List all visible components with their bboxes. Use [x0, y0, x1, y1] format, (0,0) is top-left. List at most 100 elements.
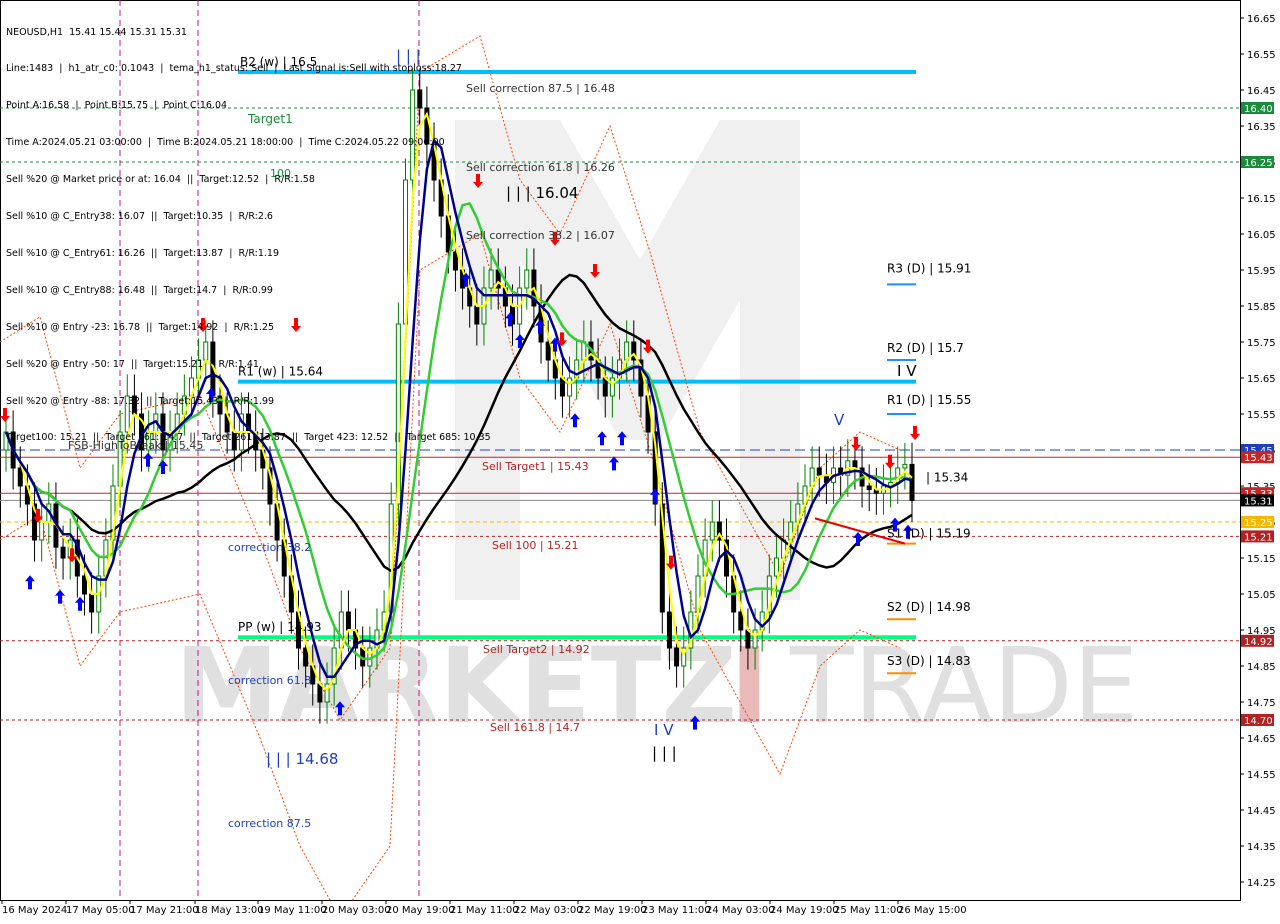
annotation-label: correction 61.8	[228, 674, 311, 687]
candle-body	[81, 575, 87, 595]
time-tick-label: 17 May 05:00	[66, 905, 135, 916]
price-badge-label: 15.25	[1244, 518, 1273, 529]
annotation-label: I V	[897, 362, 917, 380]
candle-body	[345, 611, 351, 631]
price-tick-label: 14.55	[1247, 770, 1276, 781]
candle-body	[417, 89, 423, 109]
candle-body	[131, 395, 137, 415]
candle-body	[410, 89, 416, 181]
chart-area[interactable]: MARKETZ I TRADE B2 (w) | 16.5 R1 (w) | 15.64…	[0, 0, 1280, 920]
candle-body	[738, 611, 744, 631]
annotation-label: Sell 161.8 | 14.7	[490, 721, 580, 734]
candle-body	[303, 647, 309, 667]
time-tick-label: 20 May 03:00	[322, 905, 391, 916]
annotation-label: Target1	[247, 112, 293, 126]
price-tick-label: 16.05	[1247, 230, 1276, 241]
time-tick-label: 22 May 19:00	[578, 905, 647, 916]
candle-body	[317, 683, 323, 703]
annotation-label: V	[834, 411, 845, 429]
annotation-label: | | | 14.68	[266, 750, 338, 768]
candle-body	[752, 629, 758, 649]
annotation-label: Sell Target1 | 15.43	[482, 460, 589, 473]
annotation-label: I V	[654, 721, 674, 739]
candle-body	[474, 305, 480, 325]
price-badge-label: 15.43	[1244, 453, 1273, 464]
time-tick-label: 24 May 03:00	[706, 905, 775, 916]
time-tick-label: 23 May 11:00	[642, 905, 711, 916]
level-label: R1 (D) | 15.55	[887, 393, 971, 407]
candle-body	[60, 546, 66, 559]
level-label: | 15.34	[926, 471, 968, 485]
price-tick-label: 15.85	[1247, 302, 1276, 313]
candle-body	[609, 377, 615, 397]
annotation-label: | | |	[396, 47, 421, 65]
time-tick-label: 20 May 19:00	[386, 905, 455, 916]
annotation-label: Sell correction 38.2 | 16.07	[466, 229, 615, 242]
time-tick-label: 24 May 19:00	[770, 905, 839, 916]
annotation-label: | | |	[652, 744, 677, 762]
annotation-label: correction 38.2	[228, 541, 311, 554]
level-label: S1 (D) | 15.19	[887, 527, 971, 541]
time-tick-label: 16 May 2024	[2, 905, 67, 916]
candle-body	[488, 269, 494, 289]
time-tick-label: 17 May 21:00	[130, 905, 199, 916]
time-tick-label: 21 May 11:00	[450, 905, 519, 916]
chart-svg: MARKETZI TRADEB2 (w) | 16.5R1 (w) | 15.64…	[0, 0, 1280, 920]
price-badge-label: 14.92	[1244, 637, 1273, 648]
candle-body	[124, 395, 130, 433]
price-tick-label: 15.05	[1247, 590, 1276, 601]
candle-body	[231, 431, 237, 451]
candle-body	[452, 251, 458, 271]
time-tick-label: 26 May 15:00	[898, 905, 967, 916]
level-label: PP (w) | 14.93	[238, 620, 322, 634]
price-tick-label: 14.85	[1247, 662, 1276, 673]
price-tick-label: 16.45	[1247, 86, 1276, 97]
annotation-label: FSB-HighToBreak | 15.45	[68, 439, 203, 452]
candle-body	[39, 521, 45, 541]
candle-body	[203, 341, 209, 361]
price-tick-label: 14.45	[1247, 806, 1276, 817]
annotation-label: Sell Target2 | 14.92	[483, 643, 590, 656]
candle-body	[559, 377, 565, 397]
candle-body	[816, 467, 822, 476]
price-tick-label: 15.95	[1247, 266, 1276, 277]
candle-body	[624, 341, 630, 361]
level-label: R1 (w) | 15.64	[238, 365, 323, 379]
candle-body	[524, 269, 530, 289]
annotation-label: Sell 100 | 15.21	[492, 539, 579, 552]
candle-body	[674, 647, 680, 667]
price-tick-label: 14.65	[1247, 734, 1276, 745]
price-tick-label: 16.15	[1247, 194, 1276, 205]
level-label: S2 (D) | 14.98	[887, 600, 971, 614]
level-label: B2 (w) | 16.5	[240, 55, 317, 69]
price-tick-label: 14.25	[1247, 878, 1276, 889]
candle-body	[902, 463, 908, 469]
price-tick-label: 14.75	[1247, 698, 1276, 709]
price-tick-label: 16.55	[1247, 50, 1276, 61]
level-label: S3 (D) | 14.83	[887, 654, 971, 668]
candle-body	[709, 521, 715, 541]
price-tick-label: 15.55	[1247, 410, 1276, 421]
candle-body	[773, 557, 779, 577]
watermark-text: TRADE	[789, 625, 1139, 747]
candle-body	[866, 485, 872, 491]
annotation-label: | | | 16.04	[506, 184, 578, 202]
candle-body	[545, 341, 551, 361]
candle-body	[666, 611, 672, 649]
candle-body	[852, 460, 858, 469]
price-tick-label: 14.35	[1247, 842, 1276, 853]
price-tick-label: 16.65	[1247, 14, 1276, 25]
candle-body	[602, 377, 608, 397]
candle-body	[909, 463, 915, 501]
price-tick-label: 15.15	[1247, 554, 1276, 565]
price-tick-label: 15.75	[1247, 338, 1276, 349]
annotation-label: 100	[270, 167, 291, 180]
price-badge-label: 16.25	[1244, 158, 1273, 169]
time-tick-label: 19 May 11:00	[258, 905, 327, 916]
annotation-label: Sell correction 87.5 | 16.48	[466, 82, 615, 95]
annotation-label: correction 87.5	[228, 817, 311, 830]
level-label: R2 (D) | 15.7	[887, 341, 964, 355]
price-badge-label: 14.70	[1244, 716, 1273, 727]
candle-body	[745, 629, 751, 649]
annotation-label: Sell correction 61.8 | 16.26	[466, 161, 615, 174]
